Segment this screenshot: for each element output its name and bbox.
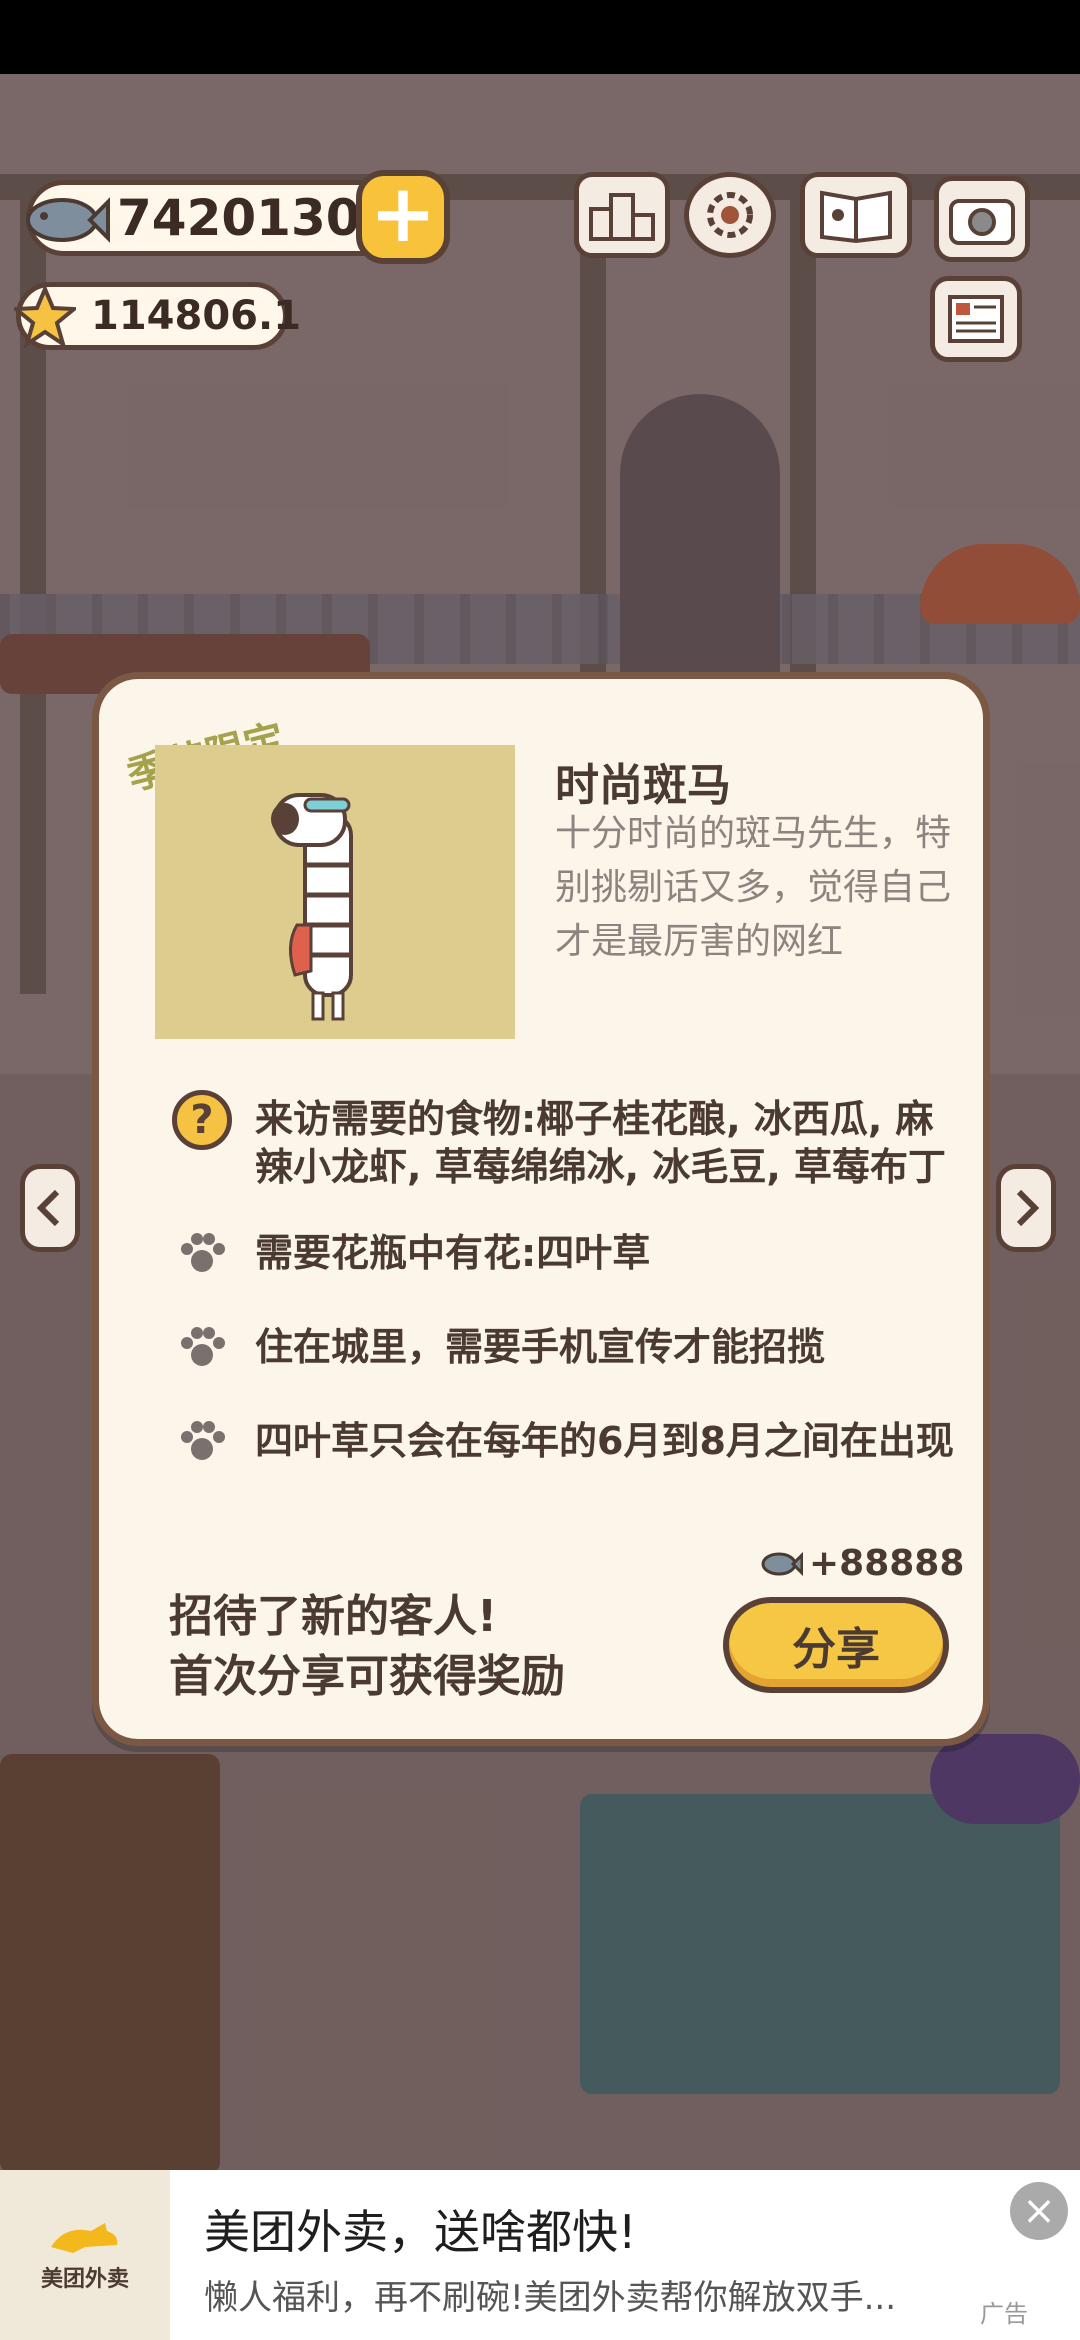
star-icon [10, 283, 80, 349]
newspaper-button[interactable] [930, 276, 1022, 362]
guest-info-dialog: 季节限定 时尚斑马 十分时尚的斑马先生，特别挑剔话又多，觉得自己才是最厉害的网红… [92, 672, 990, 1746]
camera-icon [949, 199, 1015, 245]
zebra-portrait [155, 745, 515, 1039]
settings-button[interactable] [684, 172, 776, 258]
fish-icon [20, 180, 110, 256]
list-item: ? 来访需要的食物:椰子桂花酿, 冰西瓜, 麻辣小龙虾, 草莓绵绵冰, 冰毛豆,… [171, 1089, 961, 1191]
fish-icon [761, 1551, 803, 1576]
album-button[interactable] [800, 172, 912, 258]
add-fish-button[interactable]: + [356, 170, 450, 264]
list-item: 住在城里，需要手机宣传才能招揽 [171, 1317, 961, 1379]
camera-button[interactable] [934, 176, 1030, 262]
newspaper-icon [948, 295, 1004, 343]
kangaroo-logo-icon [51, 2223, 118, 2253]
previous-arrow-button[interactable] [20, 1164, 80, 1252]
gear-icon [707, 192, 753, 238]
share-reward: +88888 [759, 1543, 964, 1584]
share-prompt: 招待了新的客人! 首次分享可获得奖励 [169, 1591, 565, 1702]
guest-name: 时尚斑马 [555, 760, 731, 811]
list-item: 四叶草只会在每年的6月到8月之间在出现 [171, 1411, 961, 1473]
ad-banner[interactable]: 美团外卖 美团外卖，送啥都快! 懒人福利，再不刷碗!美团外卖帮你解放双手... … [0, 2170, 1080, 2340]
list-item: 需要花瓶中有花:四叶草 [171, 1223, 961, 1285]
fish-count: 7420130 [117, 189, 361, 247]
close-icon: × [1022, 2188, 1056, 2234]
next-arrow-button[interactable] [996, 1164, 1056, 1252]
guest-description: 十分时尚的斑马先生，特别挑剔话又多，觉得自己才是最厉害的网红 [555, 813, 952, 962]
close-ad-button[interactable]: × [1010, 2182, 1068, 2240]
share-button[interactable]: 分享 [723, 1597, 949, 1693]
status-bar [0, 0, 1080, 74]
ad-title: 美团外卖，送啥都快! [204, 2205, 637, 2259]
requirements-list: ? 来访需要的食物:椰子桂花酿, 冰西瓜, 麻辣小龙虾, 草莓绵绵冰, 冰毛豆,… [171, 1089, 961, 1505]
paw-icon [171, 1411, 233, 1473]
book-icon [820, 190, 892, 244]
plus-icon: + [369, 167, 437, 260]
ad-subtitle: 懒人福利，再不刷碗!美团外卖帮你解放双手... [204, 2278, 897, 2318]
paw-icon [171, 1223, 233, 1285]
question-icon: ? [172, 1090, 232, 1150]
ranking-button[interactable] [574, 172, 670, 258]
chevron-right-icon [1016, 1189, 1040, 1227]
ad-logo: 美团外卖 [0, 2170, 170, 2340]
requirement-season: 四叶草只会在每年的6月到8月之间在出现 [255, 1419, 954, 1463]
requirement-flower: 需要花瓶中有花:四叶草 [255, 1231, 651, 1275]
ad-label: 广告 [980, 2300, 1028, 2328]
ranking-icon [589, 193, 655, 241]
reward-amount: +88888 [809, 1543, 965, 1584]
requirement-food: 来访需要的食物:椰子桂花酿, 冰西瓜, 麻辣小龙虾, 草莓绵绵冰, 冰毛豆, 草… [255, 1097, 946, 1189]
paw-icon [171, 1317, 233, 1379]
requirement-city: 住在城里，需要手机宣传才能招揽 [255, 1325, 826, 1369]
star-count: 114806.1 [91, 293, 302, 339]
chevron-left-icon [36, 1189, 60, 1227]
